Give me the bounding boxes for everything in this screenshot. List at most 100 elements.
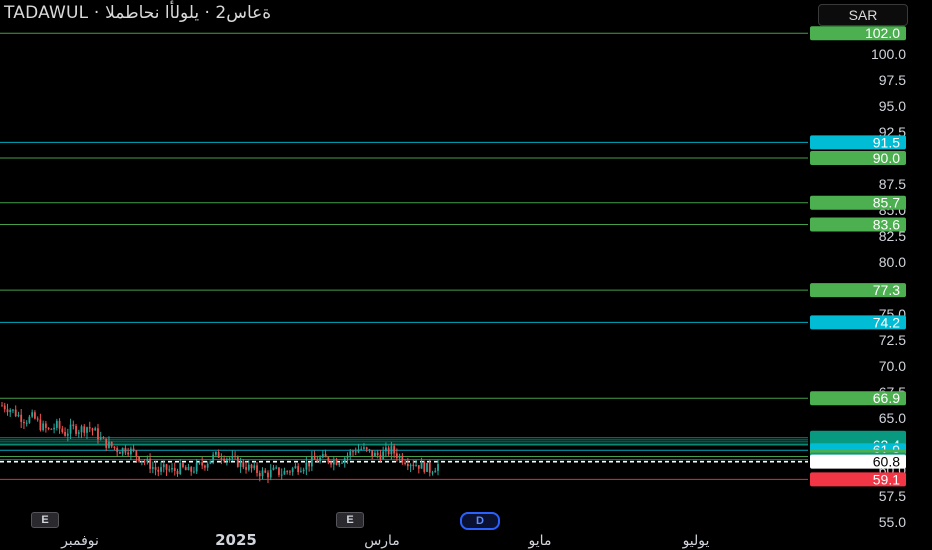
y-tick-label-6: 70.0 — [879, 358, 906, 374]
candle-body-108 — [297, 466, 300, 473]
y-tick-label-1: 57.5 — [879, 488, 906, 504]
earnings-marker-2[interactable]: E — [336, 512, 364, 528]
candle-body-13 — [36, 418, 39, 420]
candle-body-2 — [6, 409, 9, 413]
candle-body-40 — [110, 441, 113, 447]
candle-body-158 — [434, 470, 437, 473]
y-tick-label-16: 95.0 — [879, 98, 906, 114]
candle-body-85 — [234, 455, 236, 457]
candle-body-35 — [97, 428, 99, 440]
candle-body-69 — [190, 467, 193, 472]
price-tag-label-0: 102.0 — [865, 25, 900, 41]
candle-body-118 — [324, 454, 327, 458]
y-tick-label-13: 87.5 — [879, 176, 906, 192]
candle-body-36 — [99, 437, 102, 440]
candle-body-91 — [250, 464, 253, 469]
price-tag-label-4: 83.6 — [873, 217, 900, 233]
candle-body-79 — [217, 451, 220, 458]
candle-body-38 — [105, 438, 108, 448]
candle-body-147 — [404, 462, 406, 464]
candle-body-37 — [102, 437, 105, 439]
candle-body-65 — [179, 463, 182, 475]
candle-body-47 — [129, 448, 132, 455]
candle-body-82 — [225, 458, 228, 461]
candle-body-95 — [261, 470, 264, 477]
candle-body-58 — [160, 467, 162, 472]
candle-body-142 — [390, 446, 393, 455]
candle-body-93 — [256, 465, 258, 474]
candle-body-32 — [88, 427, 91, 429]
candle-body-90 — [247, 464, 250, 470]
candle-body-67 — [184, 467, 187, 471]
candle-body-131 — [360, 448, 363, 450]
candle-body-53 — [146, 458, 149, 462]
candle-body-94 — [258, 473, 261, 477]
candle-body-62 — [171, 468, 173, 470]
candle-body-34 — [94, 428, 97, 431]
candle-body-146 — [401, 455, 404, 463]
earnings-marker-1[interactable]: E — [31, 512, 59, 528]
candle-body-106 — [291, 468, 294, 473]
candle-body-96 — [264, 470, 267, 473]
candle-body-0 — [1, 405, 3, 407]
candle-body-29 — [80, 426, 83, 433]
currency-selector[interactable]: SAR — [818, 4, 908, 26]
candle-body-14 — [39, 419, 42, 431]
candle-body-159 — [437, 464, 439, 471]
price-tag-label-3: 85.7 — [873, 195, 900, 211]
candle-body-98 — [269, 469, 272, 478]
candle-body-75 — [206, 463, 209, 468]
candle-body-7 — [20, 414, 23, 422]
x-axis-label-2: مارس — [364, 533, 400, 549]
candle-body-99 — [272, 467, 275, 470]
candle-body-148 — [406, 463, 409, 467]
candle-body-18 — [50, 428, 53, 430]
candle-body-110 — [302, 469, 305, 472]
candle-body-70 — [193, 471, 195, 473]
level-lines — [0, 32, 808, 480]
candle-body-133 — [365, 447, 368, 450]
candle-body-22 — [61, 428, 64, 433]
candle-body-11 — [31, 412, 34, 417]
price-tag-label-1: 91.5 — [873, 134, 900, 150]
candle-body-55 — [151, 467, 154, 469]
candle-body-20 — [55, 420, 58, 428]
candle-body-150 — [412, 464, 415, 466]
candle-body-105 — [289, 471, 291, 473]
price-tag-label-16: 60.8 — [873, 454, 900, 470]
y-tick-label-7: 72.5 — [879, 332, 906, 348]
candle-body-68 — [187, 467, 190, 471]
price-tag-label-6: 74.2 — [873, 314, 900, 330]
candle-body-15 — [42, 423, 45, 431]
y-tick-label-0: 55.0 — [879, 514, 906, 530]
candle-body-140 — [384, 447, 387, 452]
candle-body-152 — [417, 465, 420, 469]
x-axis-label-4: يوليو — [682, 533, 710, 549]
candle-body-76 — [209, 460, 212, 464]
price-chart[interactable]: 55.057.560.062.565.067.570.072.575.077.5… — [0, 0, 932, 550]
price-tag-label-7: 66.9 — [873, 390, 900, 406]
candle-body-86 — [236, 456, 239, 467]
candle-body-84 — [231, 455, 234, 459]
candle-body-42 — [116, 448, 119, 453]
candle-body-138 — [379, 454, 382, 460]
candle-body-3 — [9, 409, 12, 413]
dividend-marker[interactable]: D — [460, 512, 500, 530]
candle-body-156 — [428, 463, 431, 473]
candle-series — [1, 402, 439, 484]
candle-body-129 — [354, 451, 357, 453]
candle-body-57 — [157, 469, 160, 472]
candle-body-56 — [154, 467, 157, 470]
candle-body-124 — [341, 462, 343, 464]
candle-body-6 — [17, 414, 20, 417]
candle-body-132 — [363, 447, 365, 449]
candle-body-87 — [239, 461, 242, 467]
candle-body-61 — [168, 469, 171, 471]
candle-body-125 — [343, 458, 346, 463]
candle-body-109 — [299, 471, 302, 473]
candle-body-1 — [3, 405, 6, 410]
candle-body-21 — [58, 420, 61, 429]
candle-body-19 — [53, 427, 56, 430]
candle-body-31 — [86, 427, 88, 433]
price-tag-label-5: 77.3 — [873, 282, 900, 298]
